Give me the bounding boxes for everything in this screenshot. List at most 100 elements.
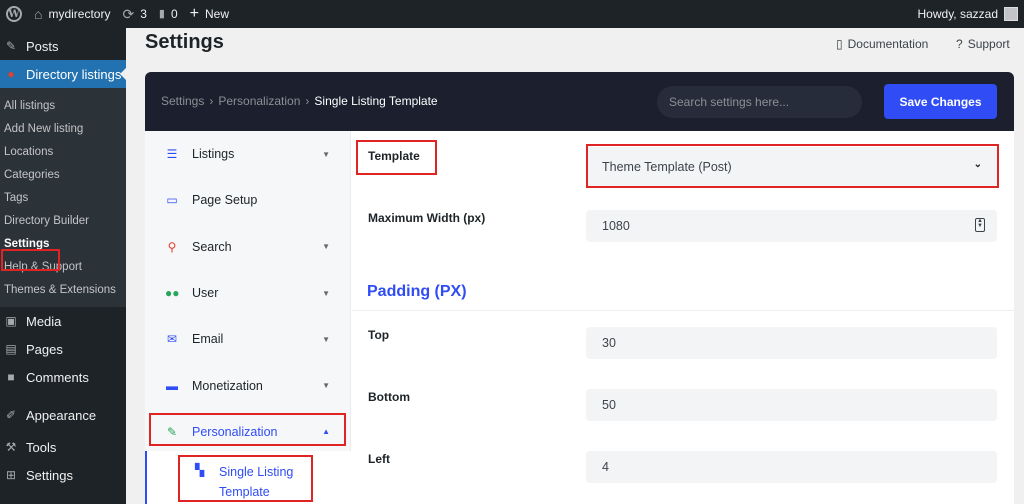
settings-nav: ☰ Listings ▼ ▭ Page Setup ⚲ Search ▼ ●● … bbox=[145, 131, 351, 504]
number-stepper-icon[interactable]: ▲ ▼ bbox=[975, 218, 985, 232]
tools-icon: ⚒ bbox=[5, 440, 17, 454]
template-icon: ▚ bbox=[195, 463, 205, 477]
brush-icon: ✎ bbox=[166, 424, 178, 439]
menu-media-label: Media bbox=[26, 313, 62, 329]
card-icon: ▬ bbox=[166, 378, 178, 393]
admin-sidebar: ✎ Posts ● Directory listings All listing… bbox=[0, 28, 126, 504]
wp-logo-menu[interactable]: W bbox=[0, 0, 28, 28]
monitor-icon: ▭ bbox=[166, 193, 178, 208]
menu-comments-label: Comments bbox=[26, 369, 89, 385]
nav-personalization[interactable]: ✎ Personalization ▲ bbox=[145, 409, 350, 455]
menu-settings[interactable]: ⊞ Settings bbox=[0, 461, 126, 489]
bottom-label: Bottom bbox=[368, 390, 410, 404]
settings-top-bar: Settings › Personalization › Single List… bbox=[145, 72, 1014, 131]
caret-down-icon: ▼ bbox=[322, 381, 330, 391]
site-name: mydirectory bbox=[48, 7, 111, 21]
save-changes-button[interactable]: Save Changes bbox=[884, 84, 997, 119]
chevron-down-icon: ⌄ bbox=[973, 159, 982, 170]
nav-user-label: User bbox=[192, 286, 219, 301]
submenu-locations[interactable]: Locations bbox=[0, 140, 126, 163]
nav-listings-label: Listings bbox=[192, 147, 235, 162]
menu-comments[interactable]: ■ Comments bbox=[0, 363, 126, 391]
nav-page-setup[interactable]: ▭ Page Setup bbox=[145, 177, 350, 223]
nav-user[interactable]: ●● User ▼ bbox=[145, 270, 350, 316]
max-width-input[interactable]: 1080 ▲ ▼ bbox=[586, 210, 997, 242]
menu-posts-label: Posts bbox=[26, 38, 59, 54]
wordpress-logo-icon: W bbox=[6, 6, 22, 22]
directory-icon: ● bbox=[7, 67, 15, 81]
max-width-label: Maximum Width (px) bbox=[368, 211, 486, 225]
new-label: New bbox=[205, 7, 230, 21]
my-account-menu[interactable]: Howdy, sazzad bbox=[918, 0, 1018, 28]
breadcrumb-personalization[interactable]: Personalization bbox=[218, 94, 300, 108]
documentation-label: Documentation bbox=[847, 37, 929, 51]
caret-down-icon: ▼ bbox=[322, 334, 330, 344]
template-select[interactable]: Theme Template (Post) ⌄ bbox=[586, 147, 997, 187]
appearance-icon: ✐ bbox=[5, 408, 17, 422]
settings-search-input[interactable] bbox=[657, 86, 862, 118]
media-icon: ▣ bbox=[5, 314, 17, 328]
padding-top-value: 30 bbox=[602, 336, 616, 350]
nav-email-label: Email bbox=[192, 332, 224, 347]
menu-settings-label: Settings bbox=[26, 467, 73, 483]
breadcrumb-settings[interactable]: Settings bbox=[161, 94, 204, 108]
comments-icon: ■ bbox=[7, 370, 15, 384]
submenu-themes-extensions[interactable]: Themes & Extensions bbox=[0, 278, 126, 301]
menu-directory-listings[interactable]: ● Directory listings bbox=[0, 60, 126, 88]
submenu-settings[interactable]: Settings bbox=[0, 232, 126, 255]
caret-down-icon: ▼ bbox=[322, 242, 330, 252]
menu-tools[interactable]: ⚒ Tools bbox=[0, 433, 126, 461]
support-link[interactable]: ? Support bbox=[956, 37, 1010, 51]
padding-top-input[interactable]: 30 bbox=[586, 327, 997, 359]
caret-down-icon: ▼ bbox=[322, 149, 330, 159]
caret-up-icon: ▲ bbox=[322, 427, 330, 437]
menu-appearance[interactable]: ✐ Appearance bbox=[0, 401, 126, 429]
padding-bottom-value: 50 bbox=[602, 398, 616, 412]
padding-left-input[interactable]: 4 bbox=[586, 451, 997, 483]
settings-icon: ⊞ bbox=[5, 468, 17, 482]
menu-media[interactable]: ▣ Media bbox=[0, 307, 126, 335]
left-label: Left bbox=[368, 452, 390, 466]
submenu-tags[interactable]: Tags bbox=[0, 186, 126, 209]
directory-submenu: All listings Add New listing Locations C… bbox=[0, 88, 126, 307]
nav-single-listing-template-label: Single Listing Template bbox=[219, 465, 294, 499]
howdy-text: Howdy, sazzad bbox=[917, 7, 998, 21]
nav-monetization[interactable]: ▬ Monetization ▼ bbox=[145, 362, 350, 408]
template-select-value: Theme Template (Post) bbox=[602, 160, 732, 174]
nav-email[interactable]: ✉ Email ▼ bbox=[145, 316, 350, 362]
padding-heading: Padding (PX) bbox=[367, 283, 467, 300]
breadcrumb-separator-icon: › bbox=[305, 94, 310, 108]
documentation-link[interactable]: ▯ Documentation bbox=[836, 37, 928, 51]
pages-icon: ▤ bbox=[5, 342, 17, 356]
submenu-help-support[interactable]: Help & Support bbox=[0, 255, 126, 278]
nav-search-label: Search bbox=[192, 239, 232, 254]
padding-left-value: 4 bbox=[602, 460, 609, 474]
new-content-link[interactable]: + New bbox=[184, 0, 235, 28]
nav-search[interactable]: ⚲ Search ▼ bbox=[145, 224, 350, 270]
nav-listings[interactable]: ☰ Listings ▼ bbox=[145, 131, 350, 177]
submenu-add-new-listing[interactable]: Add New listing bbox=[0, 117, 126, 140]
caret-down-icon: ▼ bbox=[322, 288, 330, 298]
updates-icon: ⟳ bbox=[122, 6, 135, 22]
submenu-directory-builder[interactable]: Directory Builder bbox=[0, 209, 126, 232]
breadcrumb-separator-icon: › bbox=[209, 94, 214, 108]
home-icon: ⌂ bbox=[34, 6, 43, 22]
breadcrumb: Settings › Personalization › Single List… bbox=[161, 94, 438, 108]
help-icon: ? bbox=[956, 37, 963, 51]
nav-single-listing-template[interactable]: ▚ Single Listing Template bbox=[145, 451, 351, 504]
nav-page-setup-label: Page Setup bbox=[192, 193, 258, 208]
page-title: Settings bbox=[145, 31, 224, 53]
nav-personalization-label: Personalization bbox=[192, 424, 278, 439]
avatar bbox=[1004, 7, 1018, 21]
updates-link[interactable]: ⟳ 3 bbox=[116, 0, 152, 28]
comments-link[interactable]: ▮ 0 bbox=[153, 0, 184, 28]
site-name-link[interactable]: ⌂ mydirectory bbox=[28, 0, 116, 28]
padding-bottom-input[interactable]: 50 bbox=[586, 389, 997, 421]
updates-count: 3 bbox=[140, 7, 147, 21]
menu-posts[interactable]: ✎ Posts bbox=[0, 32, 126, 60]
submenu-all-listings[interactable]: All listings bbox=[0, 94, 126, 117]
menu-pages-label: Pages bbox=[26, 341, 63, 357]
envelope-icon: ✉ bbox=[166, 332, 178, 347]
submenu-categories[interactable]: Categories bbox=[0, 163, 126, 186]
menu-pages[interactable]: ▤ Pages bbox=[0, 335, 126, 363]
